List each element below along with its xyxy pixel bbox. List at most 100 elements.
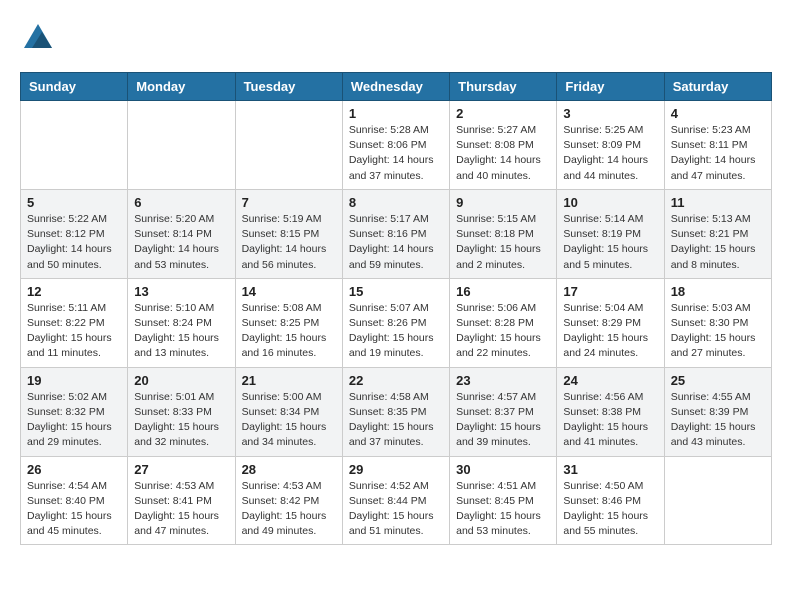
calendar-cell: 25 Sunrise: 4:55 AM Sunset: 8:39 PM Dayli… (664, 367, 771, 456)
day-number: 9 (456, 195, 550, 210)
day-info: Sunrise: 5:11 AM Sunset: 8:22 PM Dayligh… (27, 301, 121, 362)
day-info: Sunrise: 5:15 AM Sunset: 8:18 PM Dayligh… (456, 212, 550, 273)
header-wednesday: Wednesday (342, 73, 449, 101)
day-info: Sunrise: 5:28 AM Sunset: 8:06 PM Dayligh… (349, 123, 443, 184)
calendar-cell: 31 Sunrise: 4:50 AM Sunset: 8:46 PM Dayli… (557, 456, 664, 545)
day-info: Sunrise: 5:06 AM Sunset: 8:28 PM Dayligh… (456, 301, 550, 362)
calendar: SundayMondayTuesdayWednesdayThursdayFrid… (20, 72, 772, 545)
calendar-cell: 28 Sunrise: 4:53 AM Sunset: 8:42 PM Dayli… (235, 456, 342, 545)
header-tuesday: Tuesday (235, 73, 342, 101)
day-info: Sunrise: 4:52 AM Sunset: 8:44 PM Dayligh… (349, 479, 443, 540)
calendar-cell: 18 Sunrise: 5:03 AM Sunset: 8:30 PM Dayli… (664, 278, 771, 367)
calendar-cell: 26 Sunrise: 4:54 AM Sunset: 8:40 PM Dayli… (21, 456, 128, 545)
day-number: 13 (134, 284, 228, 299)
day-number: 2 (456, 106, 550, 121)
day-info: Sunrise: 5:03 AM Sunset: 8:30 PM Dayligh… (671, 301, 765, 362)
day-info: Sunrise: 4:58 AM Sunset: 8:35 PM Dayligh… (349, 390, 443, 451)
calendar-cell: 21 Sunrise: 5:00 AM Sunset: 8:34 PM Dayli… (235, 367, 342, 456)
calendar-cell: 5 Sunrise: 5:22 AM Sunset: 8:12 PM Daylig… (21, 189, 128, 278)
day-number: 31 (563, 462, 657, 477)
day-info: Sunrise: 5:02 AM Sunset: 8:32 PM Dayligh… (27, 390, 121, 451)
page-header (20, 20, 772, 56)
calendar-cell: 8Sunrise: 5:17 AM Sunset: 8:16 PM Daylig… (342, 189, 449, 278)
day-number: 26 (27, 462, 121, 477)
calendar-cell: 23 Sunrise: 4:57 AM Sunset: 8:37 PM Dayli… (450, 367, 557, 456)
calendar-week-4: 19 Sunrise: 5:02 AM Sunset: 8:32 PM Dayli… (21, 367, 772, 456)
calendar-cell: 16 Sunrise: 5:06 AM Sunset: 8:28 PM Dayli… (450, 278, 557, 367)
calendar-cell (21, 101, 128, 190)
calendar-cell: 9 Sunrise: 5:15 AM Sunset: 8:18 PM Daylig… (450, 189, 557, 278)
day-info: Sunrise: 5:07 AM Sunset: 8:26 PM Dayligh… (349, 301, 443, 362)
calendar-cell: 20 Sunrise: 5:01 AM Sunset: 8:33 PM Dayli… (128, 367, 235, 456)
calendar-cell (664, 456, 771, 545)
day-number: 16 (456, 284, 550, 299)
day-number: 17 (563, 284, 657, 299)
day-info: Sunrise: 5:17 AM Sunset: 8:16 PM Dayligh… (349, 212, 443, 273)
day-info: Sunrise: 5:22 AM Sunset: 8:12 PM Dayligh… (27, 212, 121, 273)
calendar-header-row: SundayMondayTuesdayWednesdayThursdayFrid… (21, 73, 772, 101)
calendar-cell: 12Sunrise: 5:11 AM Sunset: 8:22 PM Dayli… (21, 278, 128, 367)
day-info: Sunrise: 5:08 AM Sunset: 8:25 PM Dayligh… (242, 301, 336, 362)
day-number: 18 (671, 284, 765, 299)
calendar-cell: 19 Sunrise: 5:02 AM Sunset: 8:32 PM Dayli… (21, 367, 128, 456)
day-number: 19 (27, 373, 121, 388)
calendar-cell: 7 Sunrise: 5:19 AM Sunset: 8:15 PM Daylig… (235, 189, 342, 278)
day-number: 7 (242, 195, 336, 210)
calendar-cell: 13 Sunrise: 5:10 AM Sunset: 8:24 PM Dayli… (128, 278, 235, 367)
day-number: 27 (134, 462, 228, 477)
calendar-week-1: 1 Sunrise: 5:28 AM Sunset: 8:06 PM Daylig… (21, 101, 772, 190)
day-number: 15 (349, 284, 443, 299)
calendar-week-5: 26 Sunrise: 4:54 AM Sunset: 8:40 PM Dayli… (21, 456, 772, 545)
header-thursday: Thursday (450, 73, 557, 101)
day-info: Sunrise: 5:10 AM Sunset: 8:24 PM Dayligh… (134, 301, 228, 362)
day-info: Sunrise: 4:54 AM Sunset: 8:40 PM Dayligh… (27, 479, 121, 540)
day-number: 21 (242, 373, 336, 388)
logo (20, 20, 60, 56)
logo-icon (20, 20, 56, 56)
day-info: Sunrise: 4:53 AM Sunset: 8:41 PM Dayligh… (134, 479, 228, 540)
day-number: 1 (349, 106, 443, 121)
day-number: 28 (242, 462, 336, 477)
calendar-cell: 11 Sunrise: 5:13 AM Sunset: 8:21 PM Dayli… (664, 189, 771, 278)
day-info: Sunrise: 5:14 AM Sunset: 8:19 PM Dayligh… (563, 212, 657, 273)
day-info: Sunrise: 5:00 AM Sunset: 8:34 PM Dayligh… (242, 390, 336, 451)
day-info: Sunrise: 4:53 AM Sunset: 8:42 PM Dayligh… (242, 479, 336, 540)
calendar-cell: 10 Sunrise: 5:14 AM Sunset: 8:19 PM Dayli… (557, 189, 664, 278)
day-number: 5 (27, 195, 121, 210)
day-number: 10 (563, 195, 657, 210)
day-number: 6 (134, 195, 228, 210)
calendar-cell: 3Sunrise: 5:25 AM Sunset: 8:09 PM Daylig… (557, 101, 664, 190)
header-sunday: Sunday (21, 73, 128, 101)
header-saturday: Saturday (664, 73, 771, 101)
calendar-cell: 30 Sunrise: 4:51 AM Sunset: 8:45 PM Dayli… (450, 456, 557, 545)
calendar-week-2: 5 Sunrise: 5:22 AM Sunset: 8:12 PM Daylig… (21, 189, 772, 278)
day-number: 11 (671, 195, 765, 210)
day-number: 29 (349, 462, 443, 477)
day-number: 24 (563, 373, 657, 388)
calendar-cell: 27 Sunrise: 4:53 AM Sunset: 8:41 PM Dayli… (128, 456, 235, 545)
day-info: Sunrise: 5:01 AM Sunset: 8:33 PM Dayligh… (134, 390, 228, 451)
day-number: 20 (134, 373, 228, 388)
day-info: Sunrise: 5:20 AM Sunset: 8:14 PM Dayligh… (134, 212, 228, 273)
calendar-week-3: 12Sunrise: 5:11 AM Sunset: 8:22 PM Dayli… (21, 278, 772, 367)
day-number: 23 (456, 373, 550, 388)
calendar-cell: 29 Sunrise: 4:52 AM Sunset: 8:44 PM Dayli… (342, 456, 449, 545)
day-number: 22 (349, 373, 443, 388)
day-info: Sunrise: 4:55 AM Sunset: 8:39 PM Dayligh… (671, 390, 765, 451)
calendar-cell: 1 Sunrise: 5:28 AM Sunset: 8:06 PM Daylig… (342, 101, 449, 190)
header-monday: Monday (128, 73, 235, 101)
day-info: Sunrise: 5:04 AM Sunset: 8:29 PM Dayligh… (563, 301, 657, 362)
calendar-cell: 6 Sunrise: 5:20 AM Sunset: 8:14 PM Daylig… (128, 189, 235, 278)
day-number: 25 (671, 373, 765, 388)
day-info: Sunrise: 4:51 AM Sunset: 8:45 PM Dayligh… (456, 479, 550, 540)
day-info: Sunrise: 5:13 AM Sunset: 8:21 PM Dayligh… (671, 212, 765, 273)
day-number: 4 (671, 106, 765, 121)
day-info: Sunrise: 4:50 AM Sunset: 8:46 PM Dayligh… (563, 479, 657, 540)
calendar-cell: 4 Sunrise: 5:23 AM Sunset: 8:11 PM Daylig… (664, 101, 771, 190)
calendar-cell: 15 Sunrise: 5:07 AM Sunset: 8:26 PM Dayli… (342, 278, 449, 367)
day-number: 30 (456, 462, 550, 477)
day-info: Sunrise: 4:57 AM Sunset: 8:37 PM Dayligh… (456, 390, 550, 451)
day-info: Sunrise: 5:23 AM Sunset: 8:11 PM Dayligh… (671, 123, 765, 184)
day-info: Sunrise: 5:19 AM Sunset: 8:15 PM Dayligh… (242, 212, 336, 273)
calendar-cell (128, 101, 235, 190)
